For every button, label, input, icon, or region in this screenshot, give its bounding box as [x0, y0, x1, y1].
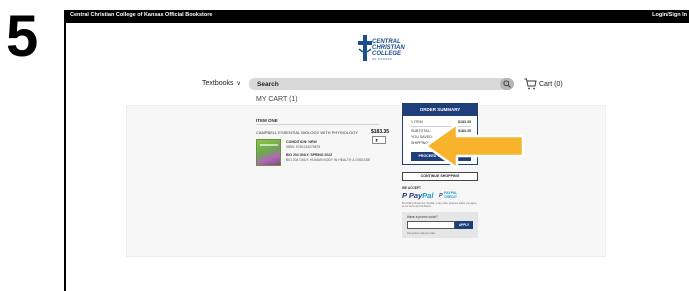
cart-label: Cart (0)	[539, 80, 563, 88]
item-course-name: BIO 204 ONLY: HUMAN BODY IN HEALTH & DIS…	[286, 158, 371, 162]
chevron-down-icon: ▼	[375, 138, 379, 142]
store-name: Central Christian College of Kansas Offi…	[70, 12, 213, 18]
promo-note: One promo code per order.	[407, 232, 436, 235]
page-title: MY CART (1)	[256, 96, 298, 103]
item-isbn: ISBN: 9780134075875	[286, 145, 321, 149]
continue-shopping-button[interactable]: CONTINUE SHOPPING	[402, 172, 478, 181]
quantity-select[interactable]: 1 ▼	[372, 136, 386, 144]
payment-terms-note: By clicking Check Out, PayPal, or any ot…	[402, 202, 477, 208]
promo-code-input[interactable]	[407, 221, 455, 229]
cart-link[interactable]: Cart (0)	[524, 78, 584, 91]
item-course-term: BIO 204 ONLY: SPRING 2022	[286, 153, 332, 157]
cross-icon	[358, 35, 372, 61]
promo-question: Have a promo code?	[407, 215, 438, 219]
college-logo[interactable]: CENTRAL CHRISTIAN COLLEGE OF KANSAS	[358, 31, 418, 73]
product-title[interactable]: CAMPBELL ESSENTIAL BIOLOGY WITH PHYSIOLO…	[256, 130, 358, 135]
main-nav: Textbooks ∨ Search Cart (0)	[66, 78, 689, 92]
top-bar: Central Christian College of Kansas Offi…	[66, 10, 689, 23]
search-input[interactable]: Search	[249, 78, 507, 90]
cart-icon	[524, 78, 537, 90]
book-cover-image[interactable]	[256, 139, 281, 166]
logo-wordmark: CENTRAL CHRISTIAN COLLEGE	[372, 39, 405, 57]
step-number: 5	[6, 4, 38, 69]
search-button[interactable]	[500, 78, 514, 90]
divider	[256, 124, 379, 125]
search-placeholder: Search	[257, 80, 279, 88]
search-icon	[503, 80, 511, 88]
cart-content-panel	[126, 105, 606, 257]
textbooks-label: Textbooks	[202, 80, 234, 87]
chevron-down-icon: ∨	[236, 81, 241, 87]
item-section-label: ITEM ONE	[256, 118, 278, 123]
logo-subtitle: OF KANSAS	[372, 58, 393, 61]
promo-code-box: Have a promo code? APPLY One promo code …	[402, 212, 478, 238]
paypal-p-icon: P	[402, 191, 409, 200]
we-accept-label: WE ACCEPT	[402, 186, 422, 190]
paypal-credit-logo: P PAYPAL CREDIT	[439, 191, 458, 199]
callout-arrow-icon	[424, 122, 525, 170]
browser-screenshot-frame: Central Christian College of Kansas Offi…	[64, 10, 689, 291]
textbooks-menu[interactable]: Textbooks ∨	[202, 80, 241, 87]
order-summary-header: ORDER SUMMARY	[403, 104, 477, 116]
paypal-logo: P PayPal	[402, 191, 434, 200]
apply-promo-button[interactable]: APPLY	[455, 221, 473, 229]
login-signin-link[interactable]: Login/Sign In	[652, 12, 687, 18]
item-condition: CONDITION: NEW	[286, 140, 317, 144]
product-price: $183.35	[371, 129, 390, 135]
